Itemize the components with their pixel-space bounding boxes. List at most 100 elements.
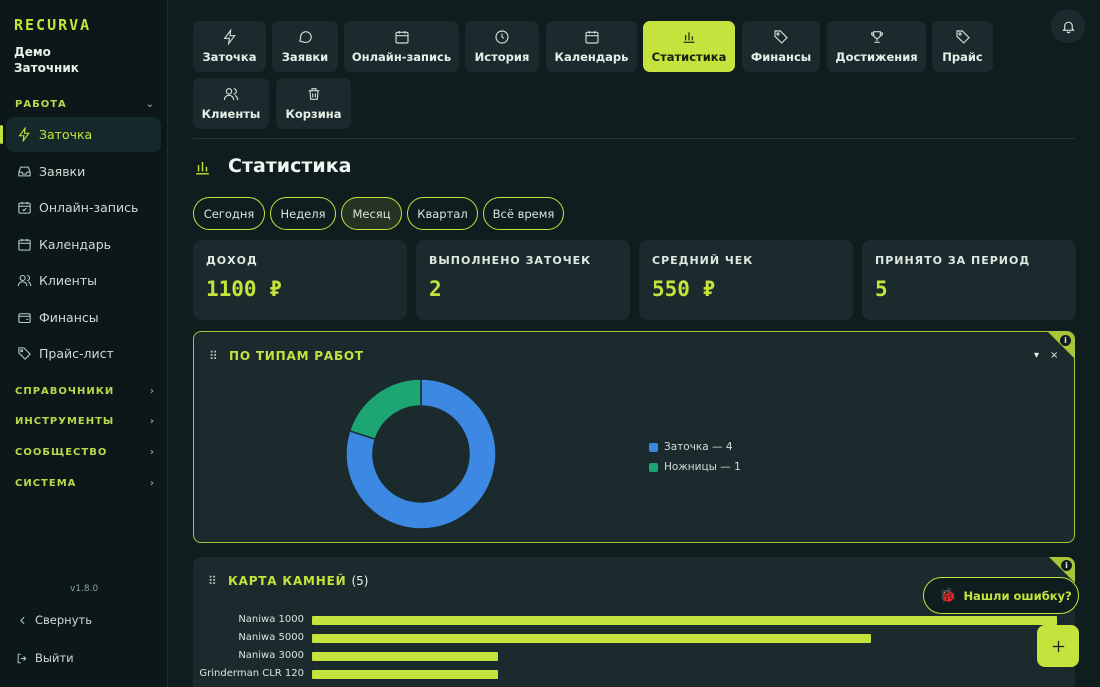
- sidebar-item-label: Клиенты: [39, 273, 98, 288]
- user-name-line2: Заточник: [14, 61, 79, 75]
- section-label: СПРАВОЧНИКИ: [15, 386, 115, 397]
- bar-label: Naniwa 3000: [238, 650, 304, 661]
- notifications-button[interactable]: [1051, 9, 1085, 43]
- divider: [193, 138, 1075, 139]
- add-button[interactable]: [1037, 625, 1079, 667]
- legend-item: Заточка — 4: [649, 437, 741, 457]
- page-title: Статистика: [228, 155, 352, 177]
- chevron-left-icon: [20, 616, 25, 624]
- bar[interactable]: [312, 652, 499, 661]
- stat-label: ДОХОД: [206, 254, 258, 267]
- sidebar-item-clients[interactable]: Клиенты: [6, 263, 161, 298]
- period-month[interactable]: Месяц: [341, 197, 402, 230]
- tab-statistics[interactable]: Статистика: [643, 21, 735, 72]
- tab-history[interactable]: История: [465, 21, 539, 72]
- period-quarter[interactable]: Квартал: [407, 197, 478, 230]
- section-community[interactable]: СООБЩЕСТВО ›: [15, 447, 155, 458]
- sidebar-item-label: Онлайн-запись: [39, 200, 139, 215]
- tab-finance[interactable]: Финансы: [742, 21, 820, 72]
- bar-label: Grinderman CLR 120: [199, 668, 304, 679]
- stat-value: 1100 ₽: [206, 277, 282, 301]
- sidebar-item-label: Календарь: [39, 237, 111, 252]
- tab-label: Достижения: [835, 50, 918, 64]
- section-work[interactable]: РАБОТА ⌄: [15, 99, 155, 110]
- chevron-down-icon: ⌄: [145, 99, 155, 110]
- trophy-icon: [870, 31, 883, 43]
- logout-label: Выйти: [35, 651, 74, 665]
- bar[interactable]: [312, 670, 499, 679]
- bolt-icon: [16, 127, 32, 143]
- sidebar-item-label: Заявки: [39, 164, 86, 179]
- widget-count: (5): [351, 574, 369, 588]
- period-today[interactable]: Сегодня: [193, 197, 265, 230]
- user-name-line1: Демо: [14, 45, 51, 59]
- tab-calendar[interactable]: Календарь: [546, 21, 637, 72]
- calendar-icon: [16, 237, 32, 253]
- stat-label: СРЕДНИЙ ЧЕК: [652, 254, 754, 267]
- drag-handle-icon[interactable]: ⠿: [208, 574, 217, 588]
- tab-label: Корзина: [285, 107, 342, 121]
- section-directories[interactable]: СПРАВОЧНИКИ ›: [15, 386, 155, 397]
- tab-label: Статистика: [651, 50, 727, 64]
- stat-label: ПРИНЯТО ЗА ПЕРИОД: [875, 254, 1031, 267]
- sidebar-item-requests[interactable]: Заявки: [6, 154, 161, 189]
- sidebar-item-pricelist[interactable]: Прайс-лист: [6, 336, 161, 371]
- stat-value: 5: [875, 277, 888, 301]
- tab-label: Прайс: [942, 50, 983, 64]
- tag-icon: [774, 30, 788, 44]
- sidebar-item-label: Финансы: [39, 310, 99, 325]
- bolt-icon: [223, 29, 236, 45]
- sidebar-item-calendar[interactable]: Календарь: [6, 227, 161, 262]
- user-name: Демо Заточник: [14, 44, 79, 76]
- report-bug-button[interactable]: 🐞 Нашли ошибку?: [923, 577, 1079, 614]
- logout-icon: [17, 653, 27, 663]
- plus-icon: [1052, 640, 1064, 652]
- sidebar-item-online-booking[interactable]: Онлайн-запись: [6, 190, 161, 225]
- donut-slice-2[interactable]: [348, 378, 422, 441]
- wallet-icon: [16, 310, 32, 326]
- legend-label: Ножницы — 1: [664, 461, 741, 473]
- info-icon[interactable]: i: [1061, 560, 1072, 571]
- bar-chart-icon: [193, 158, 212, 181]
- tab-label: Заточка: [202, 50, 257, 64]
- tab-label: Финансы: [750, 50, 812, 64]
- period-week[interactable]: Неделя: [270, 197, 336, 230]
- collapse-sidebar-button[interactable]: Свернуть: [16, 613, 92, 627]
- bar[interactable]: [312, 616, 1057, 625]
- tab-achievements[interactable]: Достижения: [827, 21, 926, 72]
- period-all-time[interactable]: Всё время: [483, 197, 564, 230]
- sidebar-item-finance[interactable]: Финансы: [6, 300, 161, 335]
- stat-label: ВЫПОЛНЕНО ЗАТОЧЕК: [429, 254, 592, 267]
- section-system[interactable]: СИСТЕМА ›: [15, 478, 155, 489]
- stat-value: 2: [429, 277, 442, 301]
- donut-chart: [345, 378, 497, 530]
- chart-legend: Заточка — 4 Ножницы — 1: [649, 437, 741, 477]
- users-icon: [16, 273, 32, 289]
- tab-requests[interactable]: Заявки: [272, 21, 338, 72]
- widget-title-text: КАРТА КАМНЕЙ: [228, 574, 347, 588]
- sidebar: RECURVA Демо Заточник РАБОТА ⌄ Заточка З…: [0, 0, 168, 687]
- logout-button[interactable]: Выйти: [16, 651, 74, 665]
- sidebar-item-label: Заточка: [39, 127, 93, 142]
- inbox-icon: [16, 164, 32, 180]
- sidebar-item-sharpening[interactable]: Заточка: [0, 117, 161, 152]
- bar[interactable]: [312, 634, 871, 643]
- bar-label: Naniwa 1000: [238, 614, 304, 625]
- stat-card-accepted: ПРИНЯТО ЗА ПЕРИОД 5: [862, 240, 1076, 320]
- section-label: СООБЩЕСТВО: [15, 447, 108, 458]
- app-logo[interactable]: RECURVA: [14, 16, 91, 34]
- tab-online-booking[interactable]: Онлайн-запись: [344, 21, 459, 72]
- tab-clients[interactable]: Клиенты: [193, 78, 269, 129]
- tab-trash[interactable]: Корзина: [276, 78, 351, 129]
- chevron-right-icon: ›: [149, 416, 155, 427]
- section-tools[interactable]: ИНСТРУМЕНТЫ ›: [15, 416, 155, 427]
- tab-label: Календарь: [554, 50, 629, 64]
- app-version: v1.8.0: [70, 584, 99, 594]
- tab-sharpening[interactable]: Заточка: [193, 21, 266, 72]
- bell-icon: [1061, 21, 1075, 33]
- tab-price[interactable]: Прайс: [932, 21, 993, 72]
- legend-item: Ножницы — 1: [649, 457, 741, 477]
- tag-icon: [16, 346, 32, 362]
- report-bug-label: Нашли ошибку?: [963, 588, 1072, 603]
- sidebar-item-label: Прайс-лист: [39, 346, 114, 361]
